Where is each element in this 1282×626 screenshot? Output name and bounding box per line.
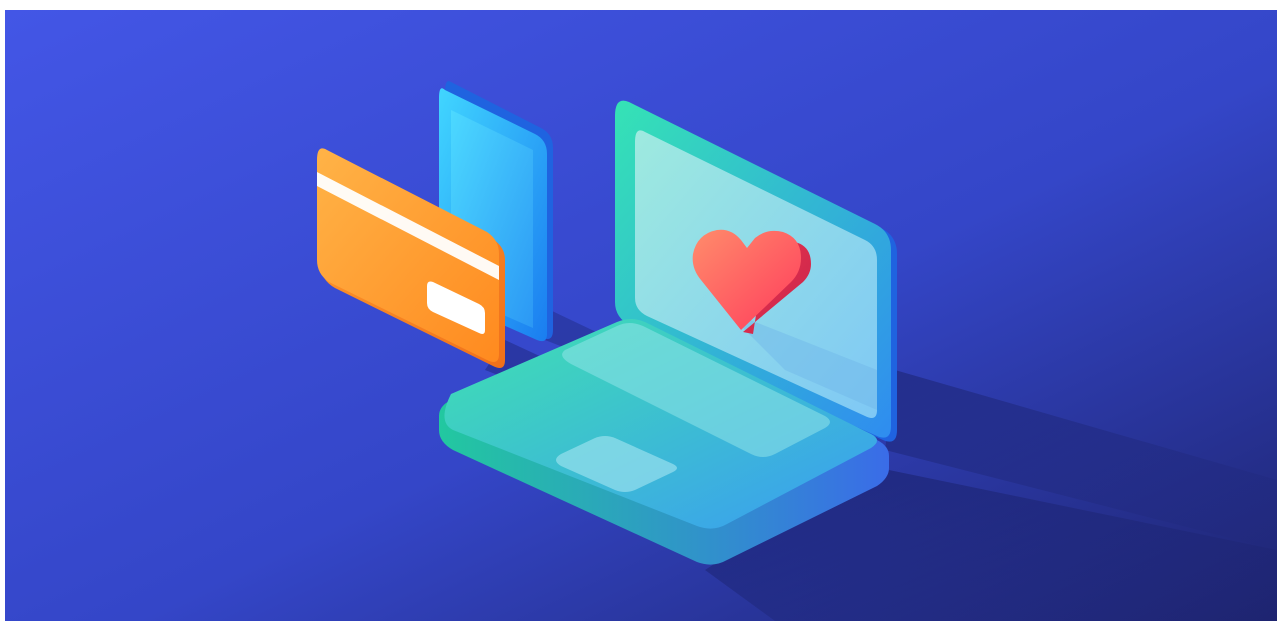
illustration-frame [5, 10, 1277, 621]
illustration-canvas [5, 10, 1277, 621]
